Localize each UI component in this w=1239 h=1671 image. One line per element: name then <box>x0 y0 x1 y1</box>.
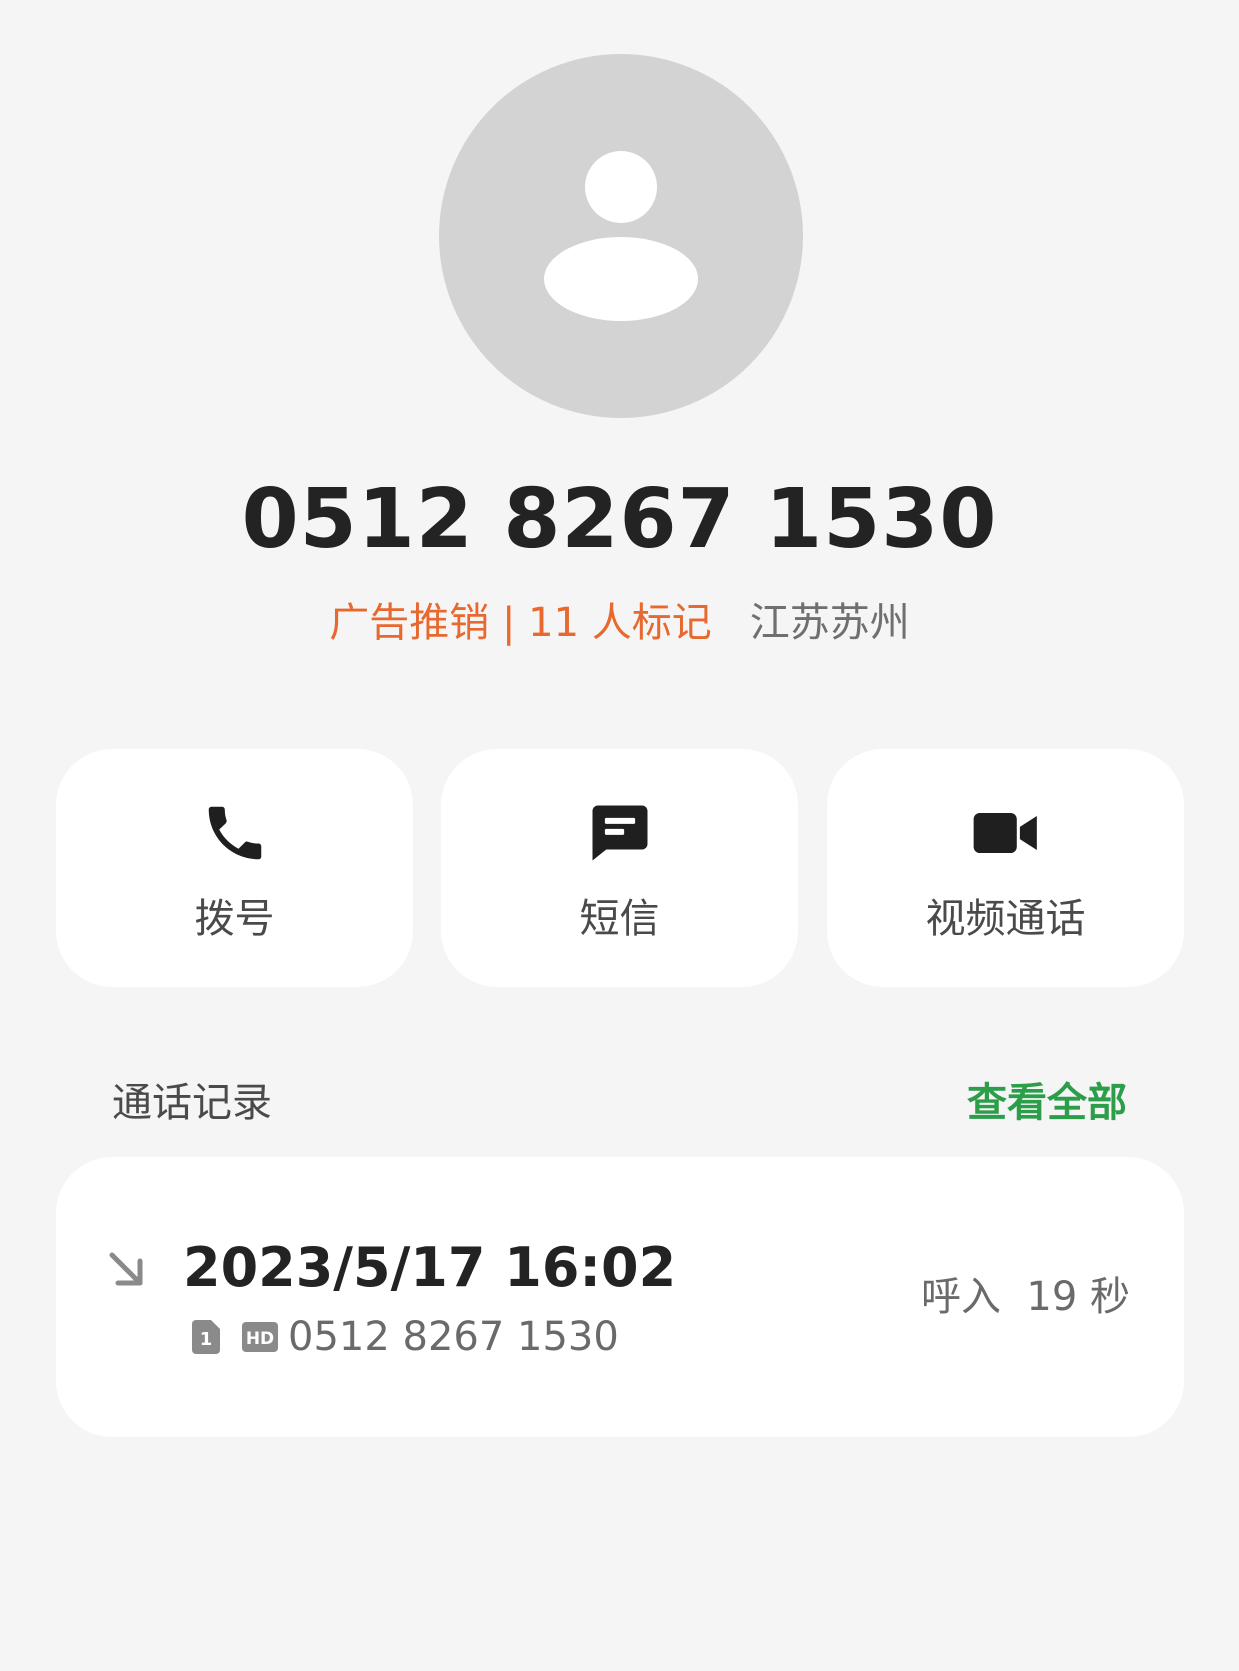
call-datetime: 2023/5/17 16:02 <box>183 1236 677 1299</box>
video-call-label: 视频通话 <box>925 896 1086 942</box>
phone-icon <box>208 806 261 860</box>
phone-number-title: 0512 8267 1530 <box>241 472 998 567</box>
location-label: 江苏苏州 <box>749 600 910 646</box>
call-number: 0512 8267 1530 <box>288 1314 619 1360</box>
action-buttons: 拨号 短信 视频通话 <box>56 749 1184 987</box>
hd-label: HD <box>246 1329 274 1349</box>
call-status: 呼入 19 秒 <box>920 1274 1130 1320</box>
number-tag-line: 广告推销 | 11 人标记 江苏苏州 <box>0 595 1239 651</box>
sms-button[interactable]: 短信 <box>441 749 798 987</box>
message-icon <box>592 805 647 861</box>
hd-voice-icon: HD <box>242 1322 278 1352</box>
sms-label: 短信 <box>579 896 660 942</box>
spam-mark-label[interactable]: 广告推销 | 11 人标记 <box>329 600 712 646</box>
dial-label: 拨号 <box>194 896 275 942</box>
call-sub-line: 1 HD 0512 8267 1530 <box>192 1309 619 1365</box>
call-log-title: 通话记录 <box>112 1080 272 1126</box>
video-camera-icon <box>973 812 1037 854</box>
incoming-arrow-icon <box>109 1252 143 1286</box>
dial-button[interactable]: 拨号 <box>56 749 413 987</box>
view-all-link[interactable]: 查看全部 <box>967 1075 1127 1131</box>
sim-card-icon: 1 <box>192 1320 220 1354</box>
person-icon <box>544 151 698 321</box>
sim-slot-number: 1 <box>200 1329 213 1350</box>
contact-avatar <box>439 54 803 418</box>
video-call-button[interactable]: 视频通话 <box>827 749 1184 987</box>
call-log-entry[interactable]: 2023/5/17 16:02 1 HD 0512 8267 1530 呼入 1… <box>56 1157 1184 1437</box>
